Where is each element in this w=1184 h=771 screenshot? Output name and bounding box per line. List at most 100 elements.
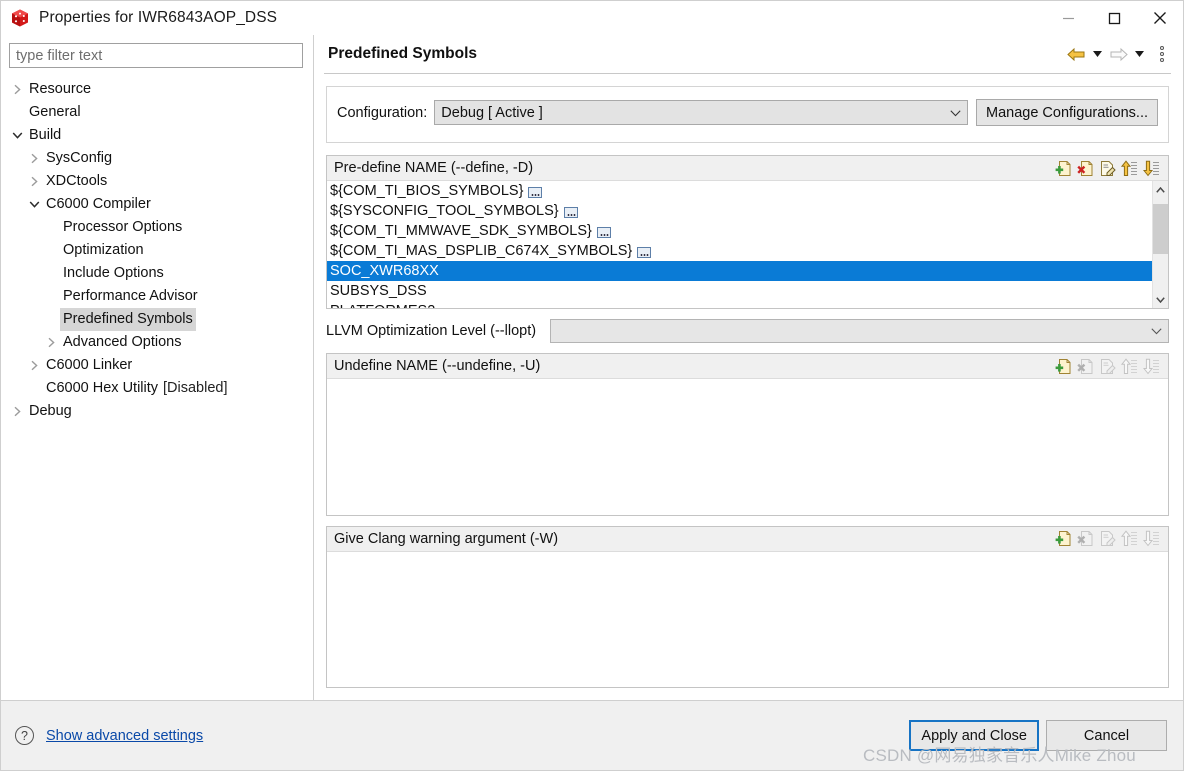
delete-icon[interactable] xyxy=(1076,159,1095,178)
forward-arrow-icon xyxy=(1107,42,1129,66)
chevron-down-icon xyxy=(1151,323,1162,339)
undefine-group-title: Undefine NAME (--undefine, -U) xyxy=(334,358,541,374)
move-up-icon xyxy=(1120,529,1139,548)
add-icon[interactable] xyxy=(1054,159,1073,178)
sidebar-item-general[interactable]: General xyxy=(9,101,305,124)
undefine-list[interactable] xyxy=(327,379,1168,515)
window-title: Properties for IWR6843AOP_DSS xyxy=(39,9,278,26)
sidebar-item-predefined-symbols[interactable]: Predefined Symbols xyxy=(9,308,305,331)
page-content: Configuration: Debug [ Active ] Manage C… xyxy=(322,74,1173,700)
properties-dialog: Properties for IWR6843AOP_DSS Resource Ge… xyxy=(0,0,1184,771)
settings-tree[interactable]: Resource General Build SysConfig XDCtools C60… xyxy=(9,78,305,700)
scroll-up-icon[interactable] xyxy=(1153,181,1169,198)
settings-pane: Predefined Symbols Configuration: Debug … xyxy=(314,35,1183,700)
move-down-icon xyxy=(1142,357,1161,376)
clang-list[interactable] xyxy=(327,551,1168,687)
back-history-chevron-down-icon[interactable] xyxy=(1089,42,1105,66)
add-icon[interactable] xyxy=(1054,529,1073,548)
move-up-icon[interactable] xyxy=(1120,159,1139,178)
llvm-label: LLVM Optimization Level (--llopt) xyxy=(326,323,537,339)
cancel-button[interactable]: Cancel xyxy=(1046,720,1167,751)
chevron-down-icon xyxy=(950,105,961,121)
manage-configurations-button[interactable]: Manage Configurations... xyxy=(975,99,1158,126)
add-icon[interactable] xyxy=(1054,357,1073,376)
page-nav xyxy=(1065,42,1171,66)
clang-group-header: Give Clang warning argument (-W) xyxy=(327,526,1168,552)
list-item-label: SOC_XWR68XX xyxy=(330,263,439,279)
sidebar-item-advanced-options[interactable]: Advanced Options xyxy=(9,331,305,354)
list-item[interactable]: ${COM_TI_MAS_DSPLIB_C674X_SYMBOLS} xyxy=(327,241,1152,261)
list-item[interactable]: ${COM_TI_MMWAVE_SDK_SYMBOLS} xyxy=(327,221,1152,241)
sidebar-item-label: C6000 Compiler xyxy=(46,196,151,212)
ccs-cube-icon xyxy=(10,8,30,28)
list-item[interactable]: ${COM_TI_BIOS_SYMBOLS} xyxy=(327,181,1152,201)
configuration-select[interactable]: Debug [ Active ] xyxy=(434,100,968,125)
variable-ellipsis-icon[interactable] xyxy=(563,206,578,218)
chevron-right-icon[interactable] xyxy=(26,176,43,187)
list-item-label: SUBSYS_DSS xyxy=(330,283,427,299)
predefine-group-header: Pre-define NAME (--define, -D) xyxy=(327,156,1168,181)
list-item-label: ${SYSCONFIG_TOOL_SYMBOLS} xyxy=(330,203,559,219)
chevron-down-icon[interactable] xyxy=(26,200,43,209)
edit-icon[interactable] xyxy=(1098,159,1117,178)
sidebar-item-debug[interactable]: Debug xyxy=(9,400,305,423)
list-item-label: ${COM_TI_MAS_DSPLIB_C674X_SYMBOLS} xyxy=(330,243,633,259)
navigation-pane: Resource General Build SysConfig XDCtools C60… xyxy=(1,35,313,700)
help-question-icon[interactable]: ? xyxy=(15,726,34,745)
clang-toolbar xyxy=(1054,529,1164,548)
clang-items[interactable] xyxy=(327,551,1168,687)
predefine-scroll-thumb[interactable] xyxy=(1152,204,1168,254)
minimize-icon[interactable] xyxy=(1045,1,1091,35)
llvm-select[interactable] xyxy=(550,319,1169,343)
predefine-scroll-track[interactable] xyxy=(1152,198,1168,291)
sidebar-item-build[interactable]: Build xyxy=(9,124,305,147)
list-item-label: ${COM_TI_MMWAVE_SDK_SYMBOLS} xyxy=(330,223,592,239)
variable-ellipsis-icon[interactable] xyxy=(596,226,611,238)
forward-history-chevron-down-icon[interactable] xyxy=(1131,42,1147,66)
sidebar-item-label: SysConfig xyxy=(46,150,113,166)
sidebar-item-include-options[interactable]: Include Options xyxy=(9,262,305,285)
predefine-scrollbar[interactable] xyxy=(1152,181,1168,308)
predefine-items[interactable]: ${COM_TI_BIOS_SYMBOLS} ${SYSCONFIG_TOOL_S… xyxy=(327,181,1152,308)
sidebar-item-processor-options[interactable]: Processor Options xyxy=(9,216,305,239)
sidebar-item-performance-advisor[interactable]: Performance Advisor xyxy=(9,285,305,308)
sidebar-item-suffix: [Disabled] xyxy=(163,380,228,396)
sidebar-item-xdctools[interactable]: XDCtools xyxy=(9,170,305,193)
chevron-right-icon[interactable] xyxy=(26,360,43,371)
show-advanced-settings-link[interactable]: Show advanced settings xyxy=(46,728,203,744)
close-icon[interactable] xyxy=(1137,1,1183,35)
sidebar-item-label: C6000 Hex Utility xyxy=(46,380,159,396)
sidebar-item-sysconfig[interactable]: SysConfig xyxy=(9,147,305,170)
sidebar-item-c6000-linker[interactable]: C6000 Linker xyxy=(9,354,305,377)
chevron-right-icon[interactable] xyxy=(9,406,26,417)
sidebar-item-resource[interactable]: Resource xyxy=(9,78,305,101)
sidebar-item-c6000-hex-utility[interactable]: C6000 Hex Utility [Disabled] xyxy=(9,377,305,400)
scroll-down-icon[interactable] xyxy=(1153,291,1169,308)
maximize-icon[interactable] xyxy=(1091,1,1137,35)
predefine-list[interactable]: ${COM_TI_BIOS_SYMBOLS} ${SYSCONFIG_TOOL_S… xyxy=(327,181,1168,308)
back-arrow-icon[interactable] xyxy=(1065,42,1087,66)
apply-and-close-button[interactable]: Apply and Close xyxy=(909,720,1039,751)
list-item[interactable]: ${SYSCONFIG_TOOL_SYMBOLS} xyxy=(327,201,1152,221)
title-bar: Properties for IWR6843AOP_DSS xyxy=(1,1,1183,35)
chevron-right-icon[interactable] xyxy=(43,337,60,348)
chevron-right-icon[interactable] xyxy=(9,84,26,95)
sidebar-item-c6000-compiler[interactable]: C6000 Compiler xyxy=(9,193,305,216)
variable-ellipsis-icon[interactable] xyxy=(637,246,652,258)
view-menu-icon[interactable] xyxy=(1153,42,1171,66)
list-item[interactable]: SUBSYS_DSS xyxy=(327,281,1152,301)
edit-icon xyxy=(1098,529,1117,548)
list-item[interactable]: SOC_XWR68XX xyxy=(327,261,1152,281)
chevron-down-icon[interactable] xyxy=(9,131,26,140)
sidebar-item-label: Resource xyxy=(29,81,92,97)
move-down-icon[interactable] xyxy=(1142,159,1161,178)
variable-ellipsis-icon[interactable] xyxy=(528,186,543,198)
chevron-right-icon[interactable] xyxy=(26,153,43,164)
move-down-icon xyxy=(1142,529,1161,548)
undefine-items[interactable] xyxy=(327,379,1168,515)
sidebar-item-optimization[interactable]: Optimization xyxy=(9,239,305,262)
sidebar-item-label: Performance Advisor xyxy=(63,288,198,304)
predefine-group: Pre-define NAME (--define, -D) ${COM_TI_… xyxy=(326,155,1169,309)
list-item[interactable]: PLATFORMES2 xyxy=(327,301,1152,308)
filter-input[interactable] xyxy=(9,43,303,68)
